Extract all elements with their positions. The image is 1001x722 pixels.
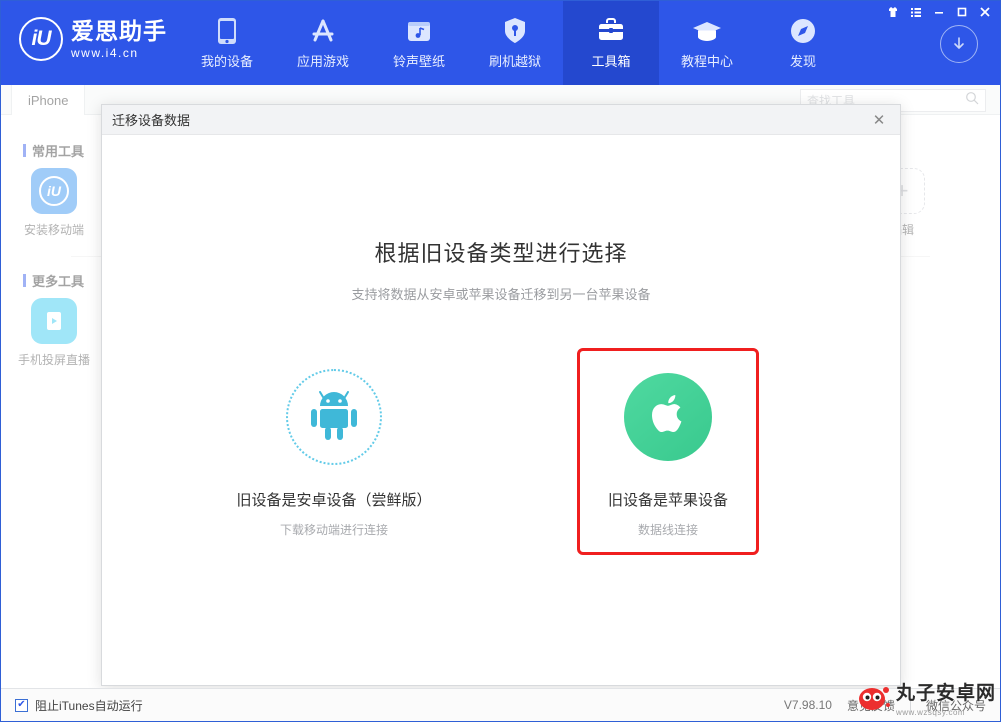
check-icon: ✔ bbox=[17, 699, 26, 710]
nav-label: 铃声壁纸 bbox=[392, 54, 445, 69]
card-title: 旧设备是安卓设备（尝鲜版） bbox=[236, 492, 432, 509]
window-controls bbox=[882, 3, 996, 21]
option-card-apple[interactable]: 旧设备是苹果设备 数据线连接 bbox=[577, 348, 759, 555]
option-card-android[interactable]: 旧设备是安卓设备（尝鲜版） 下载移动端进行连接 bbox=[237, 348, 432, 555]
migrate-device-data-dialog: 迁移设备数据 ✕ 根据旧设备类型进行选择 支持将数据从安卓或苹果设备迁移到另一台… bbox=[101, 104, 901, 686]
modal-body: 根据旧设备类型进行选择 支持将数据从安卓或苹果设备迁移到另一台苹果设备 旧设备是… bbox=[102, 236, 900, 722]
jailbreak-icon bbox=[503, 16, 527, 46]
app-window: iU 爱思助手 www.i4.cn 我的设备 应用游戏 铃声壁纸 刷机越狱 工具… bbox=[0, 0, 1001, 722]
android-icon-wrap bbox=[284, 367, 384, 467]
nav-item-tutorial[interactable]: 教程中心 bbox=[659, 1, 755, 85]
apple-circle bbox=[624, 373, 712, 461]
close-icon[interactable]: ✕ bbox=[868, 109, 890, 131]
minimize-icon[interactable] bbox=[928, 3, 950, 21]
watermark-mascot-icon bbox=[857, 686, 891, 717]
modal-header: 迁移设备数据 ✕ bbox=[102, 105, 900, 135]
app-header: iU 爱思助手 www.i4.cn 我的设备 应用游戏 铃声壁纸 刷机越狱 工具… bbox=[1, 1, 1000, 85]
toolbox-icon bbox=[597, 16, 625, 46]
site-watermark: 丸子安卓网 www.wzsqsy.com bbox=[857, 684, 996, 719]
device-type-options: 旧设备是安卓设备（尝鲜版） 下载移动端进行连接 旧设备是苹果设备 数据线连接 bbox=[102, 348, 900, 555]
apple-logo-icon bbox=[645, 389, 691, 446]
apple-icon-wrap bbox=[618, 367, 718, 467]
version-label: V7.98.10 bbox=[783, 698, 832, 712]
nav-item-ringtone-wallpaper[interactable]: 铃声壁纸 bbox=[371, 1, 467, 85]
main-nav: 我的设备 应用游戏 铃声壁纸 刷机越狱 工具箱 教程中心 发现 bbox=[179, 1, 851, 85]
nav-label: 工具箱 bbox=[591, 54, 631, 69]
nav-item-discover[interactable]: 发现 bbox=[755, 1, 851, 85]
watermark-url: www.wzsqsy.com bbox=[895, 708, 966, 717]
download-circle-icon[interactable] bbox=[940, 25, 978, 63]
modal-subheading: 支持将数据从安卓或苹果设备迁移到另一台苹果设备 bbox=[351, 287, 651, 302]
nav-label: 刷机越狱 bbox=[488, 54, 541, 69]
skin-icon[interactable] bbox=[882, 3, 904, 21]
checkbox-label: 阻止iTunes自动运行 bbox=[35, 698, 143, 713]
nav-item-my-device[interactable]: 我的设备 bbox=[179, 1, 275, 85]
modal-heading: 根据旧设备类型进行选择 bbox=[374, 241, 628, 266]
menu-icon[interactable] bbox=[905, 3, 927, 21]
maximize-icon[interactable] bbox=[951, 3, 973, 21]
nav-label: 教程中心 bbox=[680, 54, 733, 69]
logo-title: 爱思助手 bbox=[71, 17, 167, 44]
nav-label: 我的设备 bbox=[200, 54, 253, 69]
nav-item-jailbreak[interactable]: 刷机越狱 bbox=[467, 1, 563, 85]
logo-subtitle: www.i4.cn bbox=[71, 45, 139, 60]
logo-mark-text: iU bbox=[31, 27, 52, 50]
nav-item-apps-games[interactable]: 应用游戏 bbox=[275, 1, 371, 85]
phone-icon bbox=[217, 16, 237, 46]
card-title: 旧设备是苹果设备 bbox=[607, 492, 728, 509]
nav-item-toolbox[interactable]: 工具箱 bbox=[563, 1, 659, 85]
android-robot-icon bbox=[309, 389, 359, 446]
logo-mark-icon: iU bbox=[19, 17, 63, 61]
ringtone-icon bbox=[406, 16, 432, 46]
watermark-name: 丸子安卓网 bbox=[895, 683, 996, 704]
compass-icon bbox=[789, 16, 817, 46]
status-bar: ✔ 阻止iTunes自动运行 V7.98.10 意见反馈 微信公众号 bbox=[1, 688, 1000, 721]
watermark-text: 丸子安卓网 www.wzsqsy.com bbox=[896, 684, 996, 719]
logo-text: 爱思助手 www.i4.cn bbox=[71, 17, 167, 60]
prevent-itunes-checkbox[interactable]: ✔ 阻止iTunes自动运行 bbox=[15, 697, 143, 714]
dotted-ring bbox=[286, 369, 382, 465]
card-subtitle: 下载移动端进行连接 bbox=[279, 523, 388, 537]
card-subtitle: 数据线连接 bbox=[637, 523, 698, 537]
modal-title: 迁移设备数据 bbox=[112, 113, 191, 128]
nav-label: 应用游戏 bbox=[296, 54, 349, 69]
nav-label: 发现 bbox=[789, 54, 816, 69]
checkbox-box[interactable]: ✔ bbox=[15, 698, 28, 712]
appstore-icon bbox=[309, 16, 337, 46]
graduation-icon bbox=[692, 16, 722, 46]
close-icon[interactable] bbox=[974, 3, 996, 21]
app-logo: iU 爱思助手 www.i4.cn bbox=[19, 17, 167, 61]
